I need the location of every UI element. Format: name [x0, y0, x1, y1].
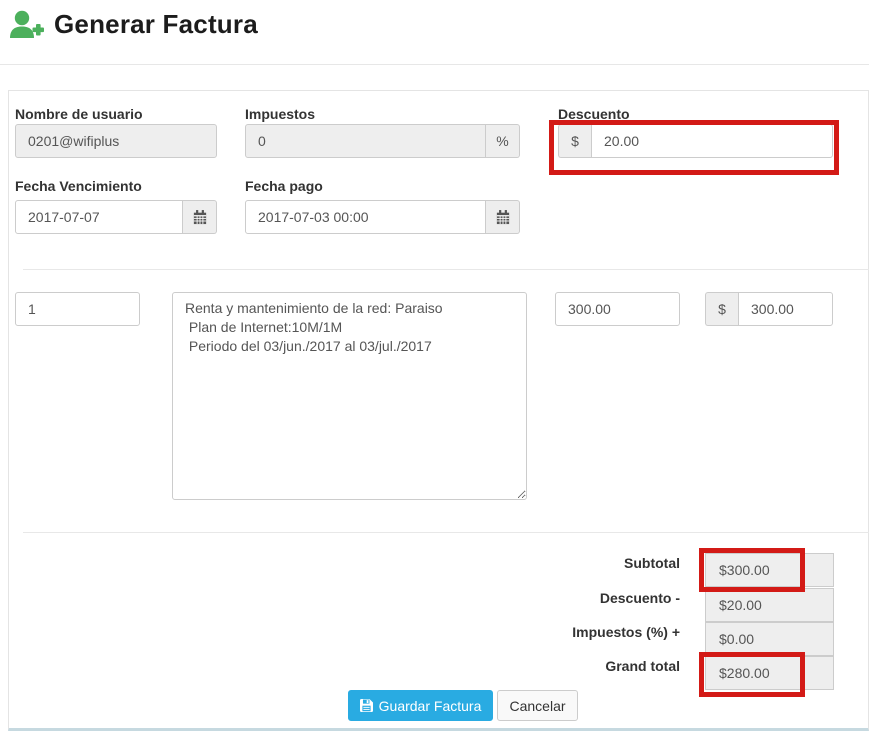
user-plus-icon: [8, 9, 44, 39]
subtotal-value: $300.00: [705, 553, 834, 587]
payment-date-calendar-addon[interactable]: [486, 200, 520, 234]
item-description-textarea[interactable]: Renta y mantenimiento de la red: Paraiso…: [172, 292, 527, 500]
calendar-icon: [496, 210, 510, 225]
due-date-input[interactable]: [15, 200, 183, 234]
save-button-label: Guardar Factura: [379, 698, 482, 714]
discount-total-value: $20.00: [705, 588, 834, 622]
grand-total-value: $280.00: [705, 656, 834, 690]
payment-date-input[interactable]: [245, 200, 486, 234]
due-date-calendar-addon[interactable]: [183, 200, 217, 234]
quantity-input[interactable]: [15, 292, 140, 326]
username-label: Nombre de usuario: [15, 106, 143, 122]
taxes-input: [245, 124, 486, 158]
subtotal-label: Subtotal: [400, 555, 680, 571]
discount-input[interactable]: [591, 124, 833, 158]
save-invoice-button[interactable]: Guardar Factura: [348, 690, 493, 721]
dollar-addon-amount: $: [705, 292, 738, 326]
username-input: [15, 124, 217, 158]
section-divider-bottom: [23, 532, 869, 533]
cancel-button-label: Cancelar: [509, 698, 565, 714]
grand-total-label: Grand total: [400, 658, 680, 674]
discount-label: Descuento: [558, 106, 630, 122]
section-divider-top: [23, 269, 869, 270]
header-divider: [0, 64, 869, 65]
save-floppy-icon: [360, 699, 373, 712]
discount-total-label: Descuento -: [400, 590, 680, 606]
percent-addon: %: [486, 124, 520, 158]
page-title: Generar Factura: [54, 9, 258, 40]
unit-price-input[interactable]: [555, 292, 680, 326]
payment-date-label: Fecha pago: [245, 178, 323, 194]
taxes-total-label: Impuestos (%) +: [400, 624, 680, 640]
taxes-total-value: $0.00: [705, 622, 834, 656]
generate-invoice-page: Generar Factura Nombre de usuario Impues…: [0, 0, 869, 736]
calendar-icon: [193, 210, 207, 225]
page-header: Generar Factura: [8, 4, 258, 44]
taxes-label: Impuestos: [245, 106, 315, 122]
line-amount-input[interactable]: [738, 292, 833, 326]
cancel-button[interactable]: Cancelar: [497, 690, 578, 721]
due-date-label: Fecha Vencimiento: [15, 178, 142, 194]
dollar-addon-discount: $: [558, 124, 591, 158]
